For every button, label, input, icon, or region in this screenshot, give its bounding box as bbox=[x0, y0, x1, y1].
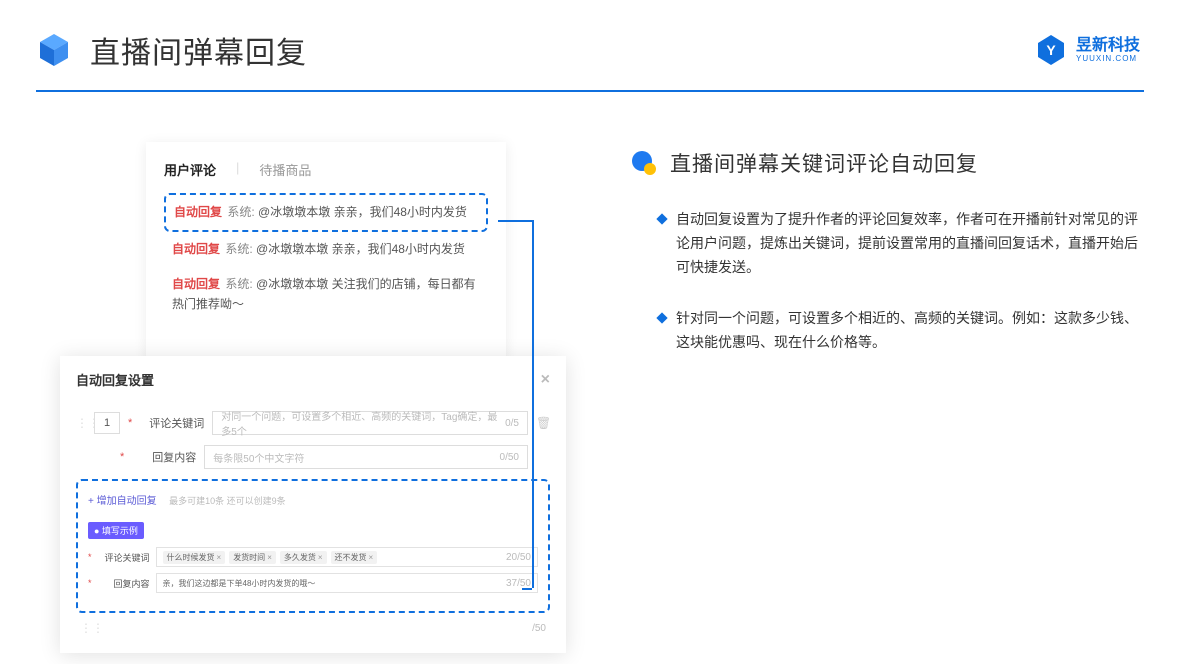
brand-sub: YUUXIN.COM bbox=[1076, 54, 1140, 63]
svg-text:Y: Y bbox=[1046, 42, 1056, 58]
tag-list: 什么时候发货× 发货时间× 多久发货× 还不发货× bbox=[163, 551, 378, 564]
sys-label: 系统: bbox=[225, 277, 252, 291]
right-column: 直播间弹幕关键词评论自动回复 自动回复设置为了提升作者的评论回复效率，作者可在开… bbox=[630, 142, 1144, 383]
kw-placeholder: 对同一个问题，可设置多个相近、高频的关键词，Tag确定，最多5个 bbox=[221, 408, 505, 438]
ex-reply-input[interactable]: 亲，我们这边都是下单48小时内发货的哦～ 37/50 bbox=[156, 573, 538, 593]
ex-reply-label: 回复内容 bbox=[100, 577, 150, 590]
ex-reply-text: 亲，我们这边都是下单48小时内发货的哦～ bbox=[163, 578, 316, 589]
tag: 还不发货× bbox=[331, 551, 378, 564]
example-kw-row: * 评论关键词 什么时候发货× 发货时间× 多久发货× 还不发货× 20/50 bbox=[88, 547, 538, 567]
tag-remove-icon[interactable]: × bbox=[369, 553, 374, 562]
ex-kw-input[interactable]: 什么时候发货× 发货时间× 多久发货× 还不发货× 20/50 bbox=[156, 547, 538, 567]
page-header: 直播间弹幕回复 Y 昱新科技 YUUXIN.COM bbox=[0, 0, 1180, 72]
ex-kw-count: 20/50 bbox=[506, 552, 531, 563]
brand: Y 昱新科技 YUUXIN.COM bbox=[1034, 33, 1140, 67]
tag-remove-icon[interactable]: × bbox=[217, 553, 222, 562]
sys-label: 系统: bbox=[225, 242, 252, 256]
bullet-text-2: 针对同一个问题，可设置多个相近的、高频的关键词。例如：这款多少钱、这块能优惠吗、… bbox=[676, 307, 1144, 355]
bullet-1: 自动回复设置为了提升作者的评论回复效率，作者可在开播前针对常见的评论用户问题，提… bbox=[630, 208, 1144, 279]
drag-icon[interactable]: ⋮⋮ bbox=[80, 621, 90, 635]
tab-products[interactable]: 待播商品 bbox=[259, 160, 311, 179]
left-column: 用户评论 | 待播商品 自动回复 系统: @冰墩墩本墩 亲亲，我们48小时内发货… bbox=[50, 142, 590, 383]
right-title-row: 直播间弹幕关键词评论自动回复 bbox=[630, 148, 1144, 178]
page-title: 直播间弹幕回复 bbox=[90, 28, 307, 72]
settings-card: 自动回复设置 × ⋮⋮ * 评论关键词 对同一个问题，可设置多个相近、高频的关键… bbox=[60, 356, 566, 653]
add-reply-link[interactable]: + 增加自动回复 bbox=[88, 492, 157, 507]
example-box: + 增加自动回复 最多可建10条 还可以创建9条 ● 填写示例 * 评论关键词 … bbox=[76, 479, 550, 613]
tab-comments[interactable]: 用户评论 bbox=[164, 160, 216, 179]
sys-label: 系统: bbox=[227, 205, 254, 219]
bullet-text-1: 自动回复设置为了提升作者的评论回复效率，作者可在开播前针对常见的评论用户问题，提… bbox=[676, 208, 1144, 279]
right-title: 直播间弹幕关键词评论自动回复 bbox=[670, 148, 978, 178]
required-mark: * bbox=[88, 578, 92, 588]
close-icon[interactable]: × bbox=[541, 371, 550, 389]
tag-remove-icon[interactable]: × bbox=[318, 553, 323, 562]
kw-count: 0/5 bbox=[505, 418, 519, 429]
delete-icon[interactable]: 🗑 bbox=[536, 416, 550, 430]
bottom-count: /50 bbox=[532, 623, 546, 634]
comment-card: 用户评论 | 待播商品 自动回复 系统: @冰墩墩本墩 亲亲，我们48小时内发货… bbox=[146, 142, 506, 362]
order-input[interactable] bbox=[94, 412, 120, 434]
reply-input[interactable]: 每条限50个中文字符 0/50 bbox=[204, 445, 528, 469]
tag: 发货时间× bbox=[229, 551, 276, 564]
bottom-count-row: ⋮⋮ /50 bbox=[76, 621, 550, 635]
drag-icon[interactable]: ⋮⋮ bbox=[76, 416, 86, 430]
reply-count: 0/50 bbox=[500, 452, 519, 463]
required-mark: * bbox=[128, 417, 132, 429]
comment-line-2: 自动回复 系统: @冰墩墩本墩 亲亲，我们48小时内发货 bbox=[164, 232, 488, 267]
diamond-icon bbox=[656, 213, 667, 224]
required-mark: * bbox=[88, 552, 92, 562]
bullet-2: 针对同一个问题，可设置多个相近的、高频的关键词。例如：这款多少钱、这块能优惠吗、… bbox=[630, 307, 1144, 355]
comment-line-3: 自动回复 系统: @冰墩墩本墩 关注我们的店铺，每日都有热门推荐呦～ bbox=[164, 267, 488, 321]
comment-highlighted: 自动回复 系统: @冰墩墩本墩 亲亲，我们48小时内发货 bbox=[164, 193, 488, 232]
comment-text: @冰墩墩本墩 亲亲，我们48小时内发货 bbox=[256, 242, 465, 256]
auto-tag: 自动回复 bbox=[172, 242, 220, 256]
add-hint: 最多可建10条 还可以创建9条 bbox=[169, 496, 286, 506]
tag: 多久发货× bbox=[280, 551, 327, 564]
settings-title: 自动回复设置 bbox=[76, 370, 154, 389]
kw-input[interactable]: 对同一个问题，可设置多个相近、高频的关键词，Tag确定，最多5个 0/5 bbox=[212, 411, 528, 435]
tag-remove-icon[interactable]: × bbox=[267, 553, 272, 562]
reply-label: 回复内容 bbox=[134, 449, 196, 465]
tabs: 用户评论 | 待播商品 bbox=[164, 160, 488, 179]
reply-row: * 回复内容 每条限50个中文字符 0/50 bbox=[76, 445, 550, 469]
comment-text: @冰墩墩本墩 亲亲，我们48小时内发货 bbox=[258, 205, 467, 219]
auto-tag: 自动回复 bbox=[172, 277, 220, 291]
tag: 什么时候发货× bbox=[163, 551, 226, 564]
auto-tag: 自动回复 bbox=[174, 205, 222, 219]
kw-label: 评论关键词 bbox=[142, 415, 204, 431]
example-badge: ● 填写示例 bbox=[88, 522, 144, 539]
ex-reply-count: 37/50 bbox=[506, 578, 531, 589]
chat-bubble-icon bbox=[630, 149, 658, 177]
required-mark: * bbox=[120, 451, 124, 463]
header-left: 直播间弹幕回复 bbox=[34, 28, 307, 72]
tab-divider: | bbox=[236, 160, 239, 179]
cube-icon bbox=[34, 30, 74, 70]
settings-header: 自动回复设置 × bbox=[76, 370, 550, 389]
keyword-row: ⋮⋮ * 评论关键词 对同一个问题，可设置多个相近、高频的关键词，Tag确定，最… bbox=[76, 411, 550, 435]
brand-icon: Y bbox=[1034, 33, 1068, 67]
example-reply-row: * 回复内容 亲，我们这边都是下单48小时内发货的哦～ 37/50 bbox=[88, 573, 538, 593]
ex-kw-label: 评论关键词 bbox=[100, 551, 150, 564]
reply-placeholder: 每条限50个中文字符 bbox=[213, 450, 304, 465]
brand-name: 昱新科技 bbox=[1076, 38, 1140, 54]
diamond-icon bbox=[656, 313, 667, 324]
